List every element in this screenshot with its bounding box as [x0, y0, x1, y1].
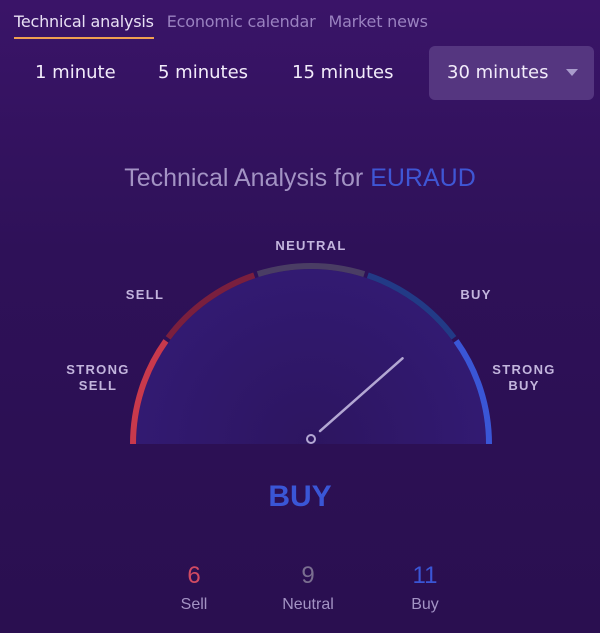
count-buy-value: 11	[412, 562, 438, 589]
gauge	[130, 263, 492, 445]
tab-technical-analysis[interactable]: Technical analysis	[14, 12, 154, 39]
label-strong-sell-line2: SELL	[78, 378, 118, 393]
label-strong-sell: STRONG SELL	[60, 362, 136, 394]
count-sell-label: Sell	[180, 596, 208, 613]
tab-bar: Technical analysis Economic calendar Mar…	[14, 12, 428, 39]
count-sell: 6 Sell	[144, 562, 244, 614]
label-neutral: NEUTRAL	[275, 238, 347, 253]
interval-5-minutes[interactable]: 5 minutes	[158, 46, 248, 100]
page-title: Technical Analysis for EURAUD	[0, 164, 600, 193]
count-sell-value: 6	[187, 562, 201, 589]
interval-selector: 1 minute 5 minutes 15 minutes 30 minutes	[0, 46, 600, 100]
count-buy: 11 Buy	[375, 562, 475, 614]
tab-economic-calendar[interactable]: Economic calendar	[167, 12, 316, 39]
count-neutral: 9 Neutral	[258, 562, 358, 614]
label-strong-buy-line2: BUY	[508, 378, 540, 393]
interval-selected-label: 30 minutes	[447, 62, 549, 83]
label-strong-buy: STRONG BUY	[486, 362, 562, 394]
interval-dropdown[interactable]: 30 minutes	[429, 46, 594, 100]
label-strong-buy-line1: STRONG	[492, 362, 556, 377]
label-sell: SELL	[125, 287, 165, 302]
gauge-face	[136, 269, 486, 444]
symbol-name: EURAUD	[370, 164, 476, 192]
result-signal: BUY	[268, 480, 332, 513]
dropdown-arrow-icon	[566, 69, 578, 76]
title-prefix: Technical Analysis for	[124, 164, 364, 192]
tab-market-news[interactable]: Market news	[328, 12, 427, 39]
count-neutral-label: Neutral	[282, 596, 334, 613]
count-buy-label: Buy	[411, 596, 439, 613]
label-buy: BUY	[460, 287, 492, 302]
interval-1-minute[interactable]: 1 minute	[35, 46, 116, 100]
interval-15-minutes[interactable]: 15 minutes	[292, 46, 394, 100]
count-neutral-value: 9	[301, 562, 315, 589]
label-strong-sell-line1: STRONG	[66, 362, 130, 377]
